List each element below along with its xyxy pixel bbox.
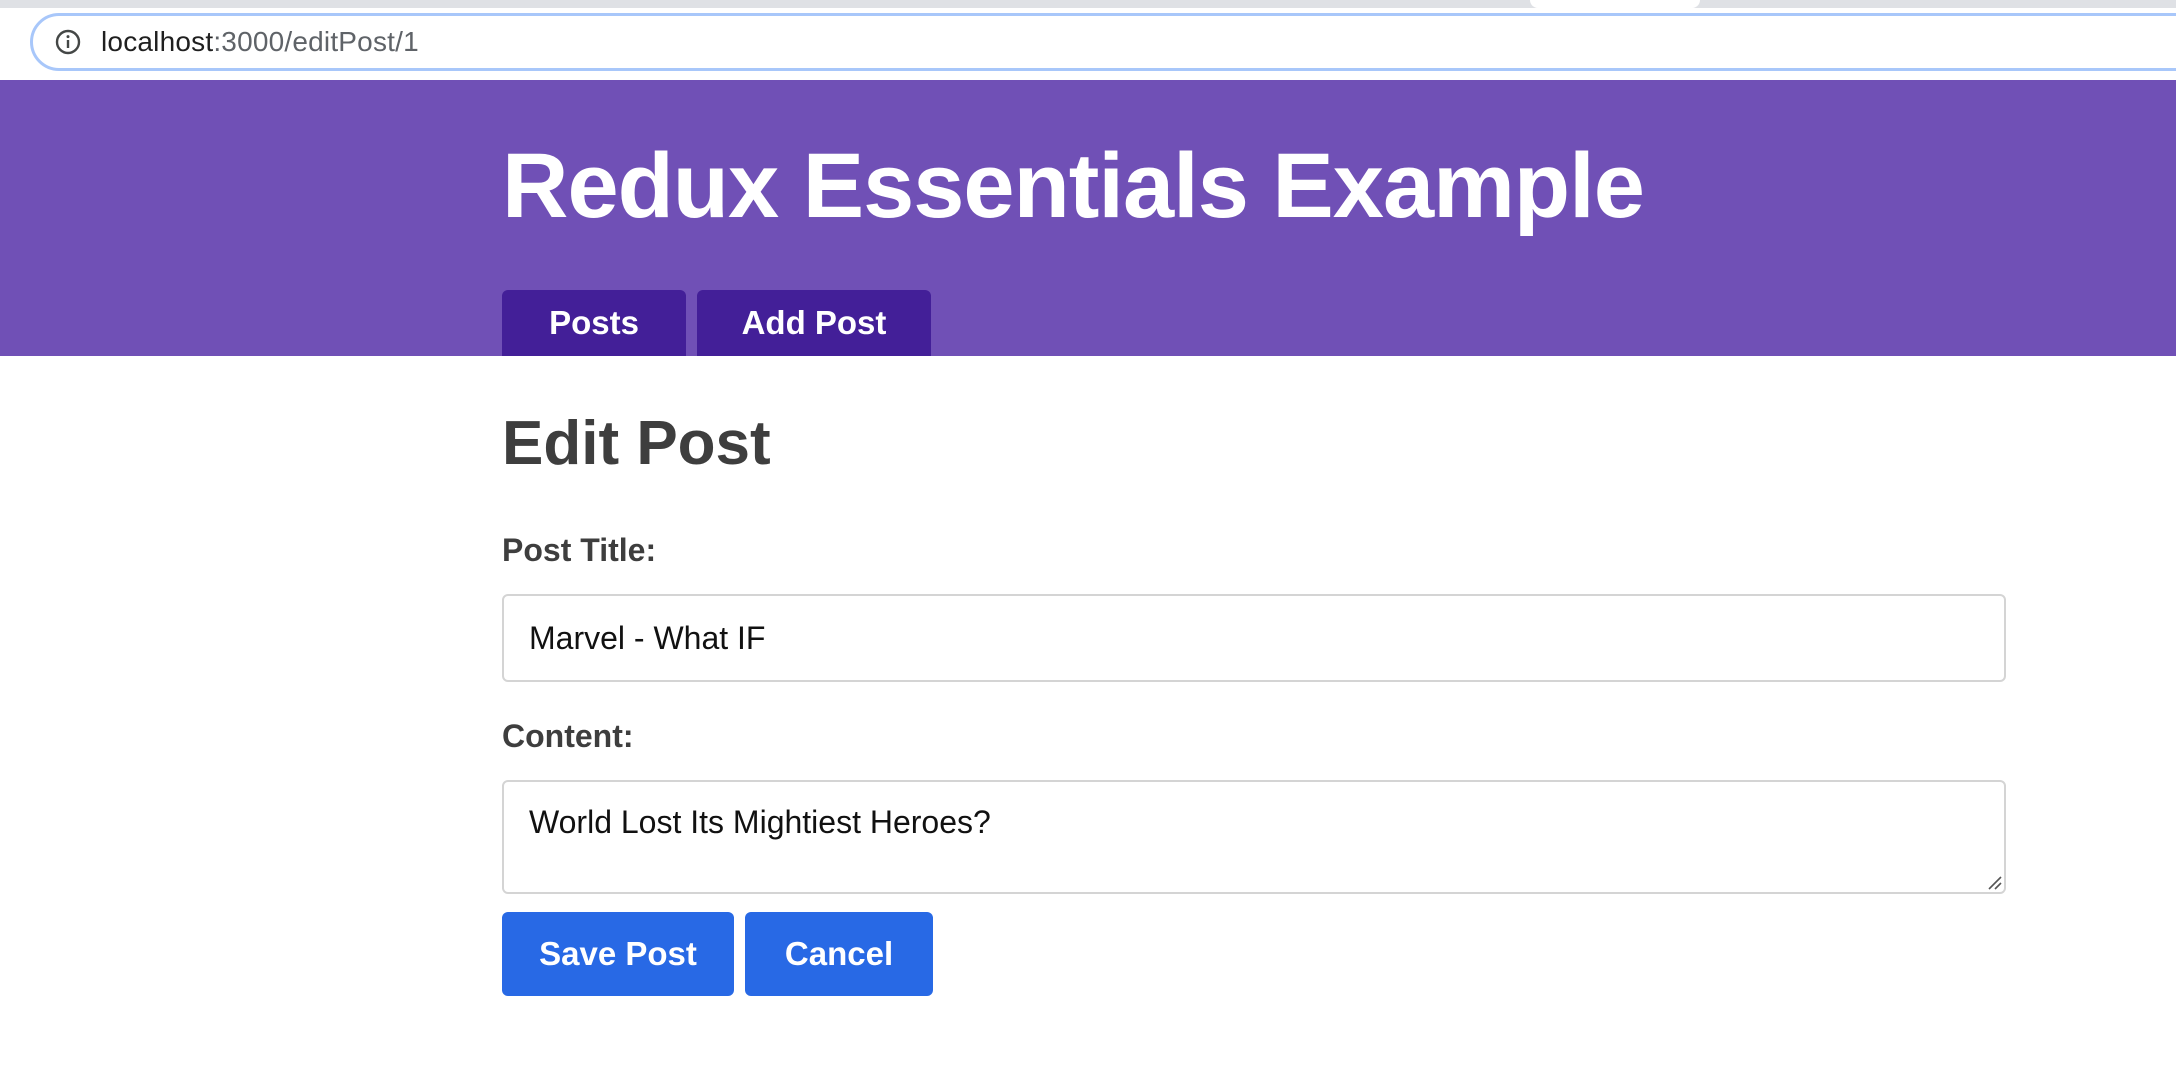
app-header: Redux Essentials Example Posts Add Post (0, 80, 2176, 356)
content-label: Content: (502, 718, 634, 754)
save-post-button[interactable]: Save Post (502, 912, 734, 996)
app-title: Redux Essentials Example (502, 135, 1645, 237)
nav-add-post-link[interactable]: Add Post (697, 290, 931, 356)
cancel-button[interactable]: Cancel (745, 912, 933, 996)
browser-chrome: localhost:3000/editPost/1 (0, 0, 2176, 80)
post-title-label: Post Title: (502, 532, 657, 568)
tab-strip (0, 0, 2176, 8)
page-title: Edit Post (502, 409, 771, 478)
nav-posts-link[interactable]: Posts (502, 290, 686, 356)
form-actions: Save Post Cancel (502, 912, 933, 996)
tab-gap (1530, 0, 1700, 8)
post-content-textarea[interactable]: World Lost Its Mightiest Heroes? (502, 780, 2006, 894)
post-title-input[interactable] (502, 594, 2006, 682)
main-nav: Posts Add Post (502, 290, 931, 356)
info-icon[interactable] (53, 27, 83, 57)
url-text[interactable]: localhost:3000/editPost/1 (101, 26, 419, 58)
url-host: localhost (101, 26, 214, 57)
resize-grip-icon[interactable] (1986, 874, 2002, 890)
address-bar[interactable]: localhost:3000/editPost/1 (30, 13, 2176, 71)
url-path: :3000/editPost/1 (213, 26, 419, 57)
